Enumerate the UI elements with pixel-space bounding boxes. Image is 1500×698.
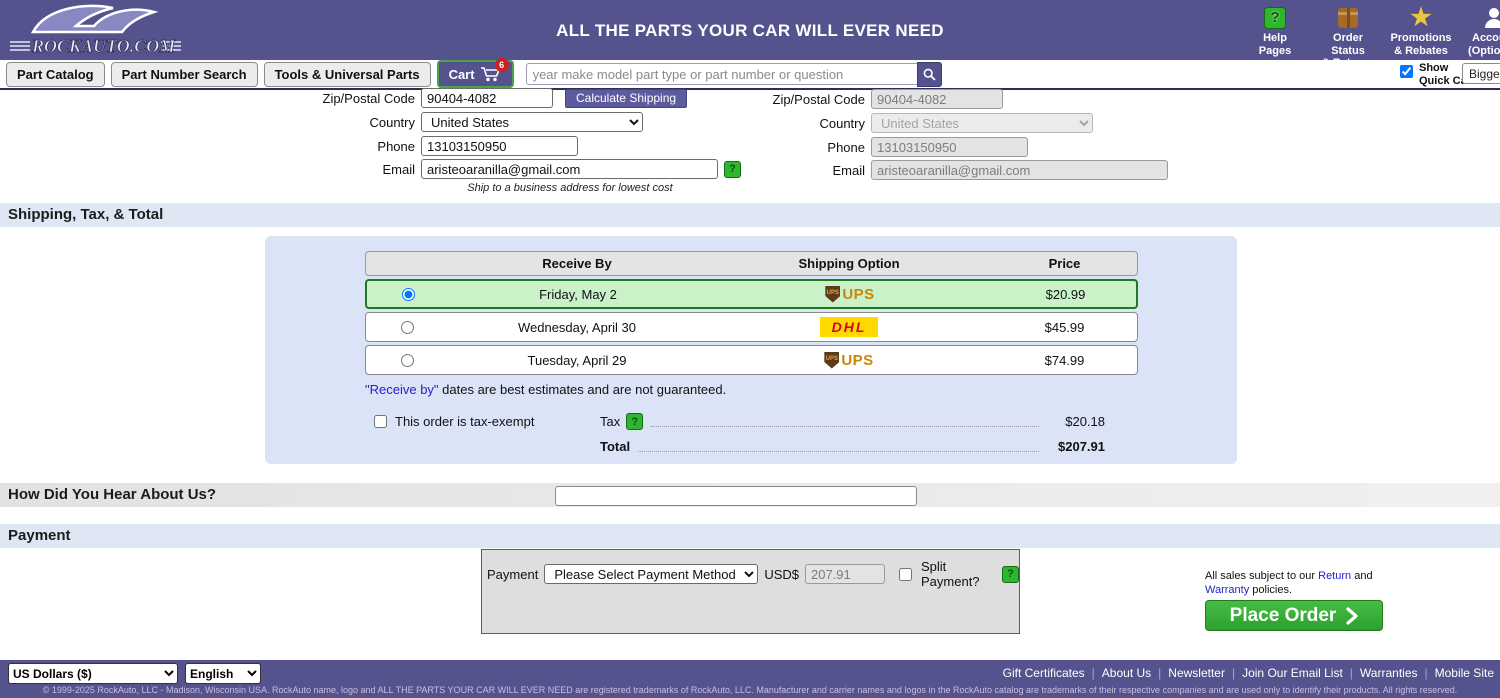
billing-email-input bbox=[871, 160, 1168, 180]
currency-label: USD$ bbox=[764, 566, 799, 582]
billing-email-label: Email bbox=[832, 162, 865, 178]
footer-link-newsletter[interactable]: Newsletter bbox=[1168, 666, 1225, 680]
tab-tools-universal-parts[interactable]: Tools & Universal Parts bbox=[263, 61, 431, 87]
help-icon: ? bbox=[1264, 7, 1286, 29]
return-policy-link[interactable]: Return bbox=[1318, 570, 1351, 582]
total-label: Total bbox=[600, 439, 631, 454]
search-bar bbox=[525, 61, 942, 87]
col-shipping-option: Shipping Option bbox=[798, 256, 900, 271]
star-icon: ★ bbox=[1410, 4, 1432, 31]
tax-exempt-checkbox[interactable] bbox=[374, 415, 387, 428]
shipping-price: $20.99 bbox=[1045, 286, 1086, 302]
footer-link-warranties[interactable]: Warranties bbox=[1360, 666, 1418, 680]
footer-link-about-us[interactable]: About Us bbox=[1102, 666, 1151, 680]
copyright-text: © 1999-2025 RockAuto, LLC - Madison, Wis… bbox=[42, 685, 1458, 695]
shipping-price: $45.99 bbox=[1044, 319, 1085, 335]
dotted-leader bbox=[651, 425, 1039, 427]
payment-header: Payment bbox=[0, 524, 1500, 548]
show-quick-cart-checkbox[interactable] bbox=[1400, 65, 1413, 78]
split-payment-checkbox[interactable] bbox=[899, 567, 912, 581]
footer-link-gift-certificates[interactable]: Gift Certificates bbox=[1003, 666, 1085, 680]
package-icon bbox=[1338, 8, 1358, 28]
total-row: Total $207.91 bbox=[365, 439, 1105, 454]
payment-method-select[interactable]: Please Select Payment Method bbox=[544, 564, 759, 584]
sales-policy-note: All sales subject to our Return and Warr… bbox=[1205, 570, 1373, 596]
rockauto-checkout-page: ROCKAUTO.COM ALL THE PARTS YOUR CAR WILL… bbox=[0, 0, 1500, 698]
receive-by-disclaimer: "Receive by" dates are best estimates an… bbox=[365, 382, 727, 397]
shipping-option-radio[interactable] bbox=[400, 353, 414, 367]
payment-label: Payment bbox=[487, 566, 539, 582]
currency-select[interactable]: US Dollars ($) bbox=[8, 663, 178, 684]
chevron-right-icon bbox=[1346, 606, 1358, 625]
shipping-option-radio[interactable] bbox=[401, 287, 415, 301]
shipping-option-row[interactable]: Wednesday, April 30 DHL $45.99 bbox=[365, 312, 1138, 342]
payment-box: Payment Please Select Payment Method USD… bbox=[481, 549, 1020, 634]
split-payment-label: Split Payment? bbox=[921, 559, 980, 589]
footer-links: Gift Certificates | About Us | Newsletter |… bbox=[1002, 666, 1494, 680]
place-order-button[interactable]: Place Order bbox=[1205, 600, 1383, 631]
main-nav-bar: Part Catalog Part Number Search Tools & … bbox=[0, 58, 1500, 90]
language-select[interactable]: English bbox=[185, 663, 261, 684]
top-header: ROCKAUTO.COM ALL THE PARTS YOUR CAR WILL… bbox=[0, 0, 1500, 69]
bigger-text-button[interactable]: Bigge bbox=[1462, 63, 1500, 84]
tab-part-number-search[interactable]: Part Number Search bbox=[110, 61, 258, 87]
carrier-logo: UPS UPS bbox=[825, 285, 875, 303]
hear-about-input[interactable] bbox=[555, 486, 917, 506]
tax-label: Tax bbox=[600, 414, 621, 429]
shipping-phone-label: Phone bbox=[377, 138, 415, 154]
payment-amount-input bbox=[805, 564, 885, 584]
receive-by-date: Friday, May 2 bbox=[539, 286, 617, 302]
carrier-logo: UPS UPS bbox=[824, 351, 874, 369]
billing-phone-label: Phone bbox=[827, 139, 865, 155]
tax-help-icon[interactable]: ? bbox=[626, 413, 644, 430]
total-value: $207.91 bbox=[1058, 439, 1105, 454]
business-address-note: Ship to a business address for lowest co… bbox=[467, 182, 673, 194]
quick-link-label: Account(Optional) bbox=[1468, 32, 1500, 57]
footer-link-mobile-site[interactable]: Mobile Site bbox=[1435, 666, 1494, 680]
shipping-email-label: Email bbox=[382, 161, 415, 177]
billing-phone-input bbox=[871, 137, 1028, 157]
shipping-option-row[interactable]: Tuesday, April 29 UPS UPS $74.99 bbox=[365, 345, 1138, 375]
tax-row: This order is tax-exempt Tax ? $20.18 bbox=[365, 412, 1105, 431]
cart-icon: 6 bbox=[480, 58, 509, 82]
billing-zip-input bbox=[871, 89, 1003, 109]
tax-exempt-label: This order is tax-exempt bbox=[395, 414, 535, 429]
search-button[interactable] bbox=[916, 61, 942, 87]
split-payment-help-icon[interactable]: ? bbox=[1002, 565, 1019, 583]
billing-zip-label: Zip/Postal Code bbox=[772, 91, 866, 107]
shipping-options-panel: Receive By Shipping Option Price Friday,… bbox=[265, 236, 1237, 464]
account-icon bbox=[1484, 8, 1500, 28]
billing-country-select: United States bbox=[871, 113, 1093, 133]
receive-by-date: Wednesday, April 30 bbox=[517, 319, 637, 335]
tab-part-catalog[interactable]: Part Catalog bbox=[6, 61, 105, 87]
shipping-options-table: Receive By Shipping Option Price Friday,… bbox=[365, 251, 1138, 375]
quick-link-label: Help Pages bbox=[1258, 32, 1292, 57]
shipping-option-row[interactable]: Friday, May 2 UPS UPS $20.99 bbox=[365, 279, 1138, 309]
shipping-option-radio[interactable] bbox=[400, 320, 414, 334]
col-price: Price bbox=[1048, 256, 1081, 271]
shipping-price: $74.99 bbox=[1044, 352, 1085, 368]
cart-count-badge: 6 bbox=[494, 58, 509, 72]
footer: US Dollars ($) English Gift Certificates… bbox=[0, 660, 1500, 698]
footer-link-join-email-list[interactable]: Join Our Email List bbox=[1242, 666, 1343, 680]
shipping-country-label: Country bbox=[369, 114, 415, 130]
tab-cart[interactable]: Cart 6 bbox=[436, 58, 514, 88]
shipping-zip-label: Zip/Postal Code bbox=[322, 90, 416, 106]
search-input[interactable] bbox=[525, 63, 917, 85]
warranty-policy-link[interactable]: Warranty bbox=[1205, 584, 1249, 596]
billing-country-label: Country bbox=[819, 115, 865, 131]
quick-link-label: Promotions & Rebates bbox=[1390, 32, 1452, 57]
col-receive-by: Receive By bbox=[542, 256, 612, 271]
tax-value: $20.18 bbox=[1065, 414, 1105, 429]
dotted-leader bbox=[638, 450, 1039, 452]
search-icon bbox=[923, 68, 936, 81]
receive-by-link[interactable]: "Receive by" bbox=[365, 382, 439, 397]
carrier-logo: DHL bbox=[708, 316, 990, 338]
receive-by-date: Tuesday, April 29 bbox=[527, 352, 627, 368]
shipping-tax-total-header: Shipping, Tax, & Total bbox=[0, 203, 1500, 227]
shipping-table-header: Receive By Shipping Option Price bbox=[365, 251, 1138, 276]
